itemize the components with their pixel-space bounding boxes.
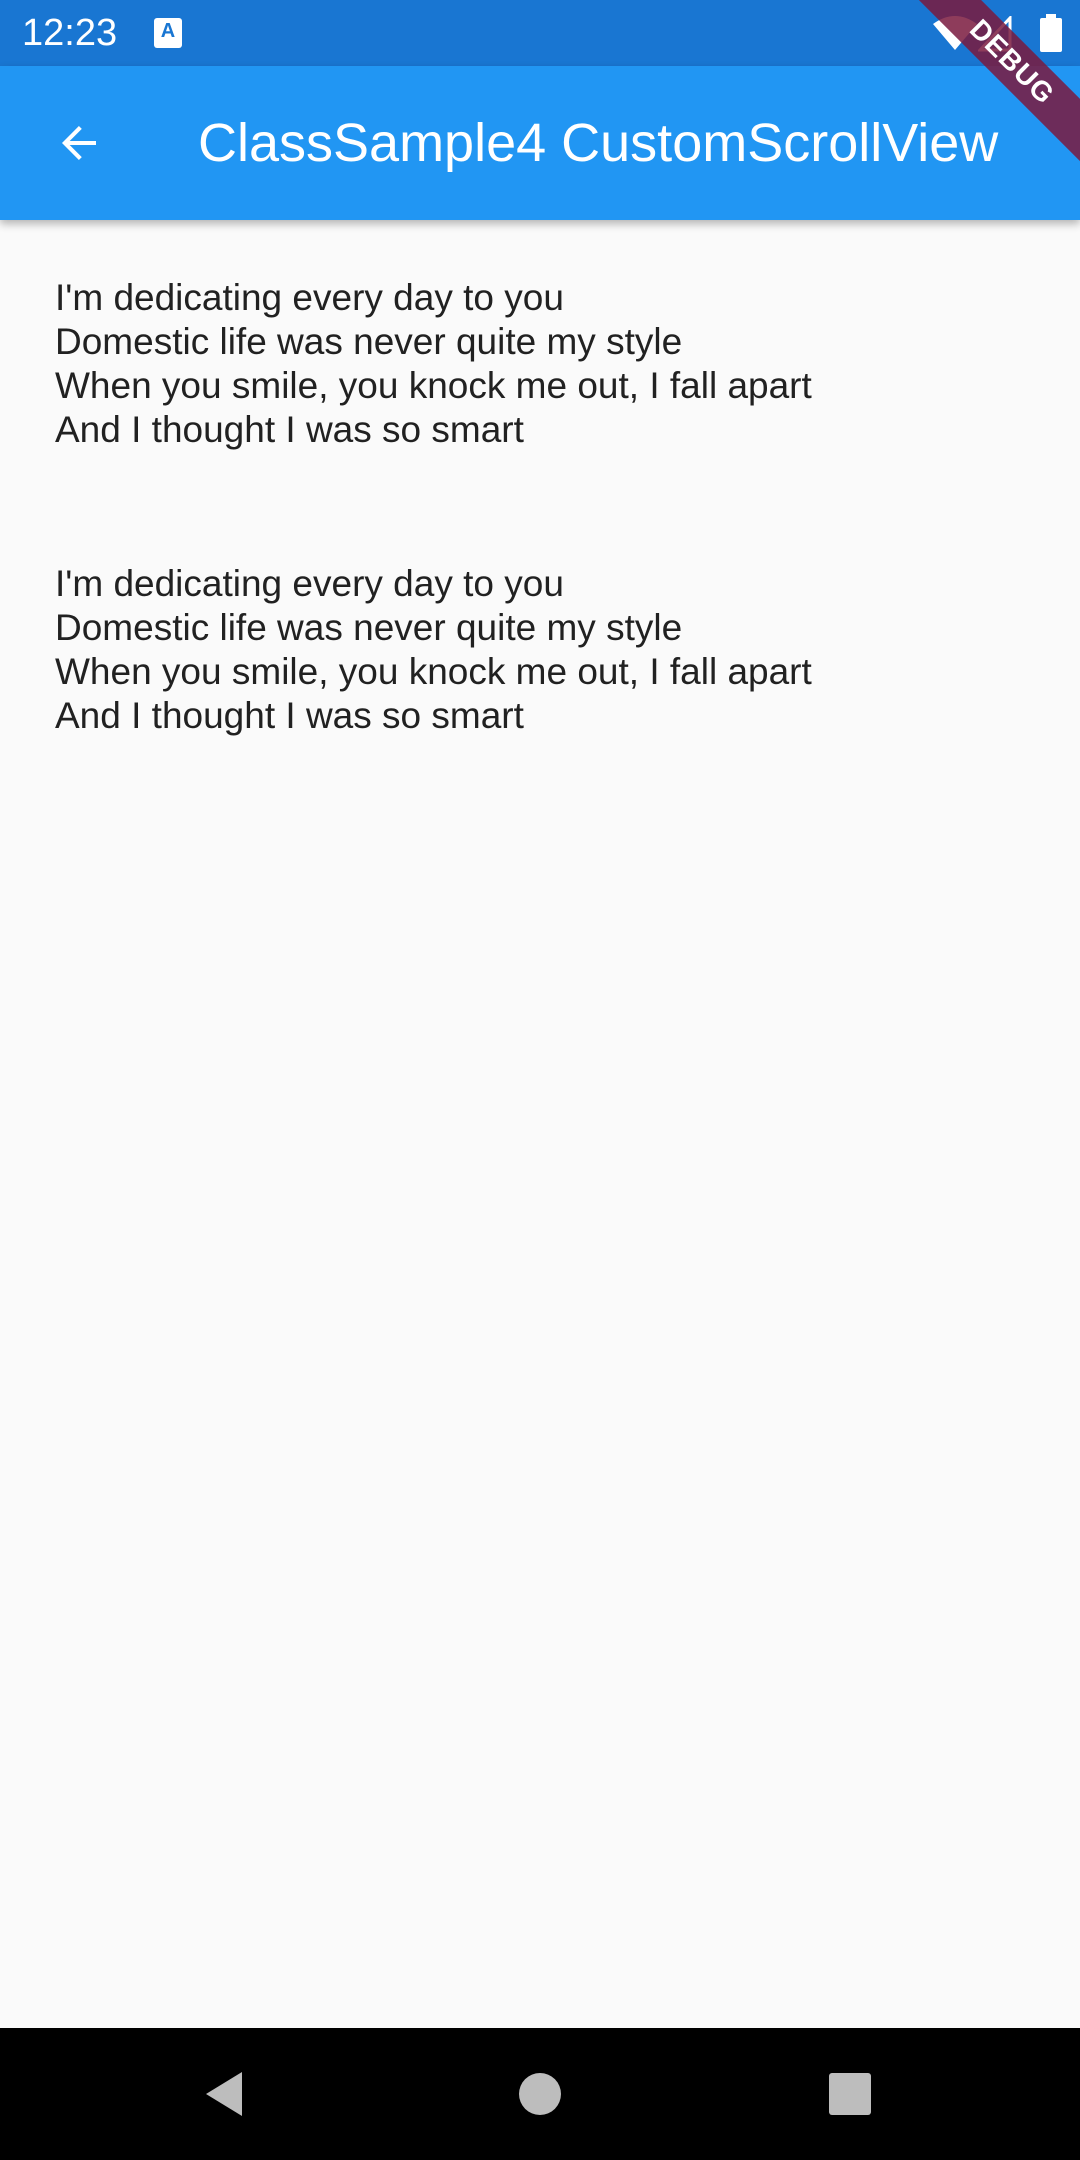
lyric-line: I'm dedicating every day to you: [55, 277, 564, 318]
arrow-back-icon: [62, 126, 96, 160]
lyric-block: I'm dedicating every day to you Domestic…: [55, 276, 812, 452]
lyric-line: I'm dedicating every day to you: [55, 563, 564, 604]
lyric-line: And I thought I was so smart: [55, 695, 524, 736]
lyric-block: I'm dedicating every day to you Domestic…: [55, 562, 812, 738]
system-nav-bar: [0, 2028, 1080, 2160]
lyric-line: And I thought I was so smart: [55, 409, 524, 450]
nav-home-icon[interactable]: [510, 2064, 570, 2124]
app-bar: ClassSample4 CustomScrollView: [0, 66, 1080, 220]
a-text-icon: A: [154, 18, 182, 48]
status-bar: 12:23 A: [0, 0, 1080, 66]
nav-recents-icon[interactable]: [820, 2064, 880, 2124]
lyric-line: When you smile, you knock me out, I fall…: [55, 365, 812, 406]
page-title: ClassSample4 CustomScrollView: [198, 113, 999, 173]
back-button[interactable]: [36, 99, 124, 187]
nav-back-icon[interactable]: [196, 2064, 256, 2124]
status-time: 12:23: [22, 12, 118, 54]
battery-icon: [1040, 14, 1062, 52]
lyric-line: When you smile, you knock me out, I fall…: [55, 651, 812, 692]
lyric-line: Domestic life was never quite my style: [55, 321, 683, 362]
scroll-view[interactable]: I'm dedicating every day to you Domestic…: [0, 220, 1080, 2028]
lyric-line: Domestic life was never quite my style: [55, 607, 683, 648]
